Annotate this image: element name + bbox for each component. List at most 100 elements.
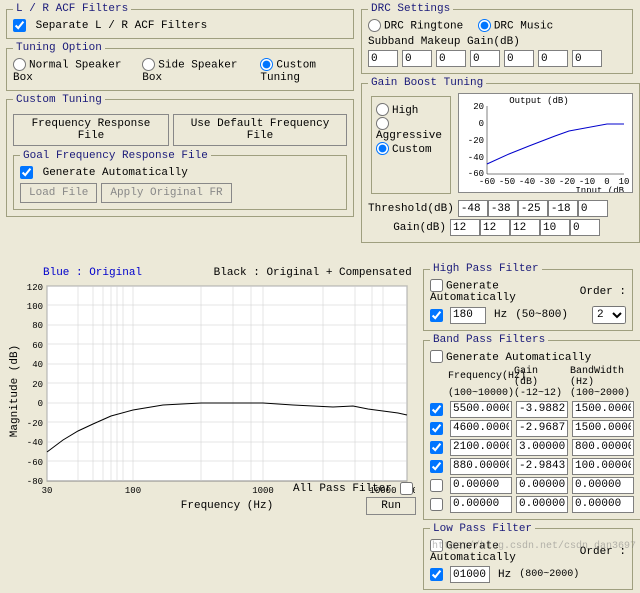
subband-input-0[interactable] bbox=[368, 50, 398, 67]
subband-input-1[interactable] bbox=[402, 50, 432, 67]
bp-enable-2[interactable] bbox=[430, 441, 443, 454]
tuning-custom-radio[interactable] bbox=[260, 58, 273, 71]
hp-order-select[interactable]: 2 bbox=[592, 306, 626, 324]
bp-gain-4[interactable] bbox=[516, 477, 568, 494]
tuning-custom-label[interactable]: Custom Tuning bbox=[260, 58, 347, 83]
hp-gen-auto-label[interactable]: Generate Automatically bbox=[430, 279, 576, 304]
bp-bw-3[interactable] bbox=[572, 458, 634, 475]
high-pass-legend: High Pass Filter bbox=[430, 263, 542, 275]
bp-freq-1[interactable] bbox=[450, 420, 512, 437]
gen-auto-checkbox[interactable] bbox=[20, 166, 33, 179]
gain-input-1[interactable] bbox=[480, 219, 510, 236]
threshold-input-0[interactable] bbox=[458, 200, 488, 217]
hp-unit: Hz bbox=[494, 309, 507, 321]
bp-freq-0[interactable] bbox=[450, 401, 512, 418]
bp-gain-3[interactable] bbox=[516, 458, 568, 475]
svg-text:-30: -30 bbox=[539, 177, 555, 187]
bp-gain-2[interactable] bbox=[516, 439, 568, 456]
subband-input-4[interactable] bbox=[504, 50, 534, 67]
gain-high-radio[interactable] bbox=[376, 103, 389, 116]
band-pass-legend: Band Pass Filters bbox=[430, 334, 548, 346]
tuning-side-radio[interactable] bbox=[142, 58, 155, 71]
subband-input-2[interactable] bbox=[436, 50, 466, 67]
drc-ringtone-radio[interactable] bbox=[368, 19, 381, 32]
use-default-freq-button[interactable]: Use Default Frequency File bbox=[173, 114, 347, 146]
all-pass-checkbox[interactable] bbox=[400, 482, 413, 495]
output-axis-label: Output (dB) bbox=[509, 96, 568, 106]
bp-enable-5[interactable] bbox=[430, 498, 443, 511]
bp-freq-3[interactable] bbox=[450, 458, 512, 475]
bp-gain-1[interactable] bbox=[516, 420, 568, 437]
threshold-input-3[interactable] bbox=[548, 200, 578, 217]
hp-enable-checkbox[interactable] bbox=[430, 309, 443, 322]
bp-bw-0[interactable] bbox=[572, 401, 634, 418]
threshold-input-2[interactable] bbox=[518, 200, 548, 217]
bp-row bbox=[430, 458, 634, 475]
bp-gain-hdr: Gain (dB) bbox=[514, 366, 566, 388]
separate-lr-label[interactable]: Separate L / R ACF Filters bbox=[13, 20, 207, 32]
lp-freq-input[interactable] bbox=[450, 566, 490, 583]
bp-gen-auto-label[interactable]: Generate Automatically bbox=[430, 352, 591, 364]
gen-auto-label[interactable]: Generate Automatically bbox=[20, 167, 188, 179]
subband-input-5[interactable] bbox=[538, 50, 568, 67]
tuning-option-legend: Tuning Option bbox=[13, 42, 105, 54]
bp-freq-5[interactable] bbox=[450, 496, 512, 513]
bp-row bbox=[430, 420, 634, 437]
drc-music-radio[interactable] bbox=[478, 19, 491, 32]
gain-label: Gain(dB) bbox=[368, 222, 446, 234]
lr-acf-group: L / R ACF Filters Separate L / R ACF Fil… bbox=[6, 3, 354, 39]
bp-enable-4[interactable] bbox=[430, 479, 443, 492]
subband-input-3[interactable] bbox=[470, 50, 500, 67]
threshold-input-1[interactable] bbox=[488, 200, 518, 217]
threshold-input-4[interactable] bbox=[578, 200, 608, 217]
high-pass-group: High Pass Filter Generate Automatically … bbox=[423, 263, 633, 331]
bp-freq-hdr: Frequency(Hz) bbox=[448, 371, 510, 382]
drc-music-label[interactable]: DRC Music bbox=[478, 19, 553, 32]
svg-text:-60: -60 bbox=[479, 177, 495, 187]
hp-freq-input[interactable] bbox=[450, 307, 486, 324]
input-axis-label: Input (dB bbox=[575, 186, 624, 193]
load-file-button[interactable]: Load File bbox=[20, 183, 97, 203]
bp-bw-range: (100~2000) bbox=[570, 388, 632, 399]
bp-freq-2[interactable] bbox=[450, 439, 512, 456]
bp-bw-2[interactable] bbox=[572, 439, 634, 456]
drc-ringtone-label[interactable]: DRC Ringtone bbox=[368, 19, 463, 32]
gain-input-0[interactable] bbox=[450, 219, 480, 236]
bp-gen-auto-checkbox[interactable] bbox=[430, 350, 443, 363]
gain-custom-radio[interactable] bbox=[376, 142, 389, 155]
bp-bw-5[interactable] bbox=[572, 496, 634, 513]
bp-gain-0[interactable] bbox=[516, 401, 568, 418]
bp-freq-4[interactable] bbox=[450, 477, 512, 494]
hp-gen-auto-checkbox[interactable] bbox=[430, 279, 443, 292]
svg-text:40: 40 bbox=[32, 360, 43, 370]
bp-enable-3[interactable] bbox=[430, 460, 443, 473]
custom-tuning-legend: Custom Tuning bbox=[13, 94, 105, 106]
freq-response-file-button[interactable]: Frequency Response File bbox=[13, 114, 169, 146]
run-button[interactable]: Run bbox=[366, 497, 416, 515]
gain-input-3[interactable] bbox=[540, 219, 570, 236]
watermark: https://blog.csdn.net/csdn_dan3697 bbox=[432, 541, 636, 552]
svg-text:0: 0 bbox=[479, 119, 484, 129]
gain-aggressive-radio[interactable] bbox=[376, 117, 389, 130]
gain-high-label[interactable]: High bbox=[376, 105, 418, 117]
mag-ylabel: Magnitude (dB) bbox=[9, 345, 21, 437]
bp-bw-1[interactable] bbox=[572, 420, 634, 437]
gain-input-2[interactable] bbox=[510, 219, 540, 236]
separate-lr-checkbox[interactable] bbox=[13, 19, 26, 32]
tuning-side-label[interactable]: Side Speaker Box bbox=[142, 58, 245, 83]
gain-input-4[interactable] bbox=[570, 219, 600, 236]
subband-input-6[interactable] bbox=[572, 50, 602, 67]
lp-enable-checkbox[interactable] bbox=[430, 568, 443, 581]
tuning-normal-label[interactable]: Normal Speaker Box bbox=[13, 58, 128, 83]
tuning-normal-radio[interactable] bbox=[13, 58, 26, 71]
bp-gain-5[interactable] bbox=[516, 496, 568, 513]
apply-original-fr-button[interactable]: Apply Original FR bbox=[101, 183, 231, 203]
bp-enable-1[interactable] bbox=[430, 422, 443, 435]
bp-enable-0[interactable] bbox=[430, 403, 443, 416]
gain-aggressive-label[interactable]: Aggressive bbox=[376, 118, 442, 142]
bp-bw-4[interactable] bbox=[572, 477, 634, 494]
svg-text:-40: -40 bbox=[519, 177, 535, 187]
drc-settings-group: DRC Settings DRC Ringtone DRC Music Subb… bbox=[361, 3, 633, 74]
goal-freq-group: Goal Frequency Response File Generate Au… bbox=[13, 150, 347, 210]
gain-custom-label[interactable]: Custom bbox=[376, 144, 432, 156]
